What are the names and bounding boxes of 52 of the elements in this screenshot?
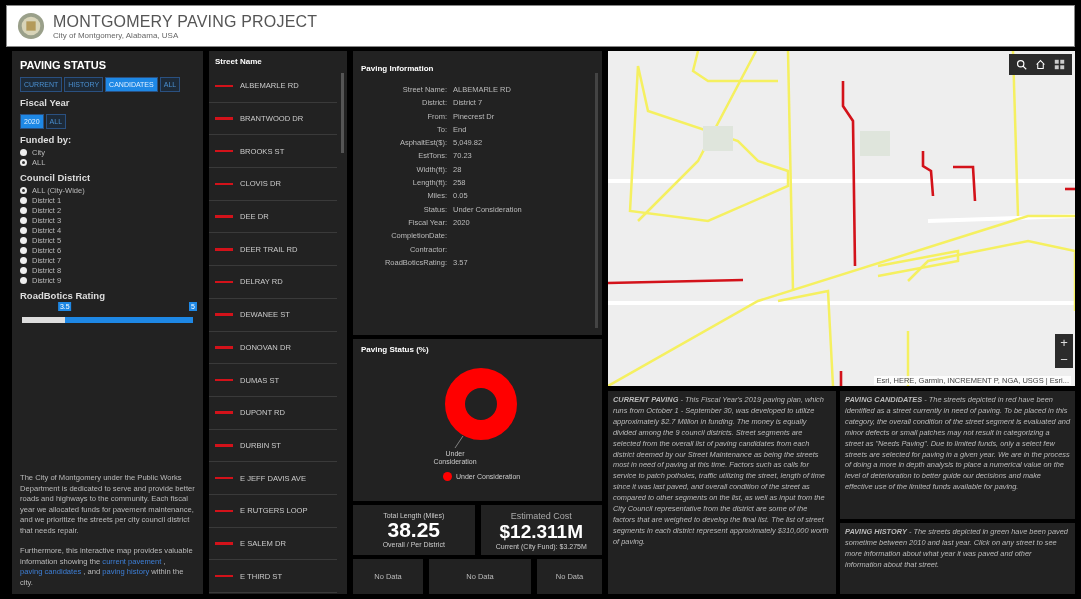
radio-button[interactable]	[20, 206, 27, 214]
radio-button[interactable]	[20, 236, 27, 244]
radio-button[interactable]	[20, 266, 27, 274]
street-line-icon	[215, 378, 233, 382]
radio-button[interactable]	[20, 226, 27, 234]
stat-label: Estimated Cost	[510, 510, 572, 521]
home-icon[interactable]	[1035, 59, 1046, 70]
filter-label: Funded by:	[20, 134, 73, 145]
filter-label: RoadBotics Rating	[20, 290, 106, 301]
street-line-icon	[215, 117, 233, 120]
stat-value: $12.311M	[499, 520, 583, 543]
app-subtitle: City of Montgomery, Alabama, USA	[53, 30, 180, 40]
city-seal-icon	[17, 12, 45, 40]
leader-line	[454, 435, 464, 449]
filter-label: Fiscal Year	[20, 97, 71, 108]
street-line-icon	[215, 248, 233, 251]
grid-icon[interactable]	[1054, 59, 1065, 70]
street-line-icon	[215, 411, 233, 414]
app-title: MONTGOMERY PAVING PROJECT	[53, 12, 318, 31]
donut-chart-drawing	[445, 368, 517, 440]
street-line-icon	[215, 280, 233, 284]
radio-button[interactable]	[20, 196, 27, 204]
radio-button[interactable]	[20, 148, 27, 156]
stat-value: 38.25	[387, 519, 441, 541]
scrollbar[interactable]	[341, 73, 344, 153]
street-line-icon	[215, 215, 233, 218]
street-line-icon	[215, 542, 233, 545]
radio-button[interactable]	[20, 158, 27, 166]
scrollbar[interactable]	[595, 73, 598, 328]
street-line-icon	[215, 476, 233, 480]
panel-title: Paving Information	[361, 64, 434, 73]
radio-button[interactable]	[20, 276, 27, 284]
street-line-icon	[215, 149, 233, 153]
panel-title: PAVING STATUS	[20, 59, 107, 71]
filter-label: Council District	[20, 172, 92, 183]
slider-track[interactable]	[22, 317, 193, 323]
radio-button[interactable]	[20, 256, 27, 264]
slider-range[interactable]	[64, 317, 193, 323]
legend-swatch	[443, 472, 452, 481]
radio-button[interactable]	[20, 246, 27, 254]
street-line-icon	[215, 346, 233, 349]
street-line-icon	[215, 182, 233, 186]
street-line-icon	[215, 84, 233, 88]
panel-title: Street Name	[214, 57, 263, 66]
street-line-icon	[215, 509, 233, 513]
street-line-icon	[215, 444, 233, 447]
radio-button[interactable]	[20, 186, 27, 194]
street-line-icon	[215, 313, 233, 316]
street-line-icon	[215, 574, 233, 578]
panel-title: Paving Status (%)	[361, 345, 430, 354]
search-icon[interactable]	[1016, 59, 1027, 70]
radio-button[interactable]	[20, 216, 27, 224]
